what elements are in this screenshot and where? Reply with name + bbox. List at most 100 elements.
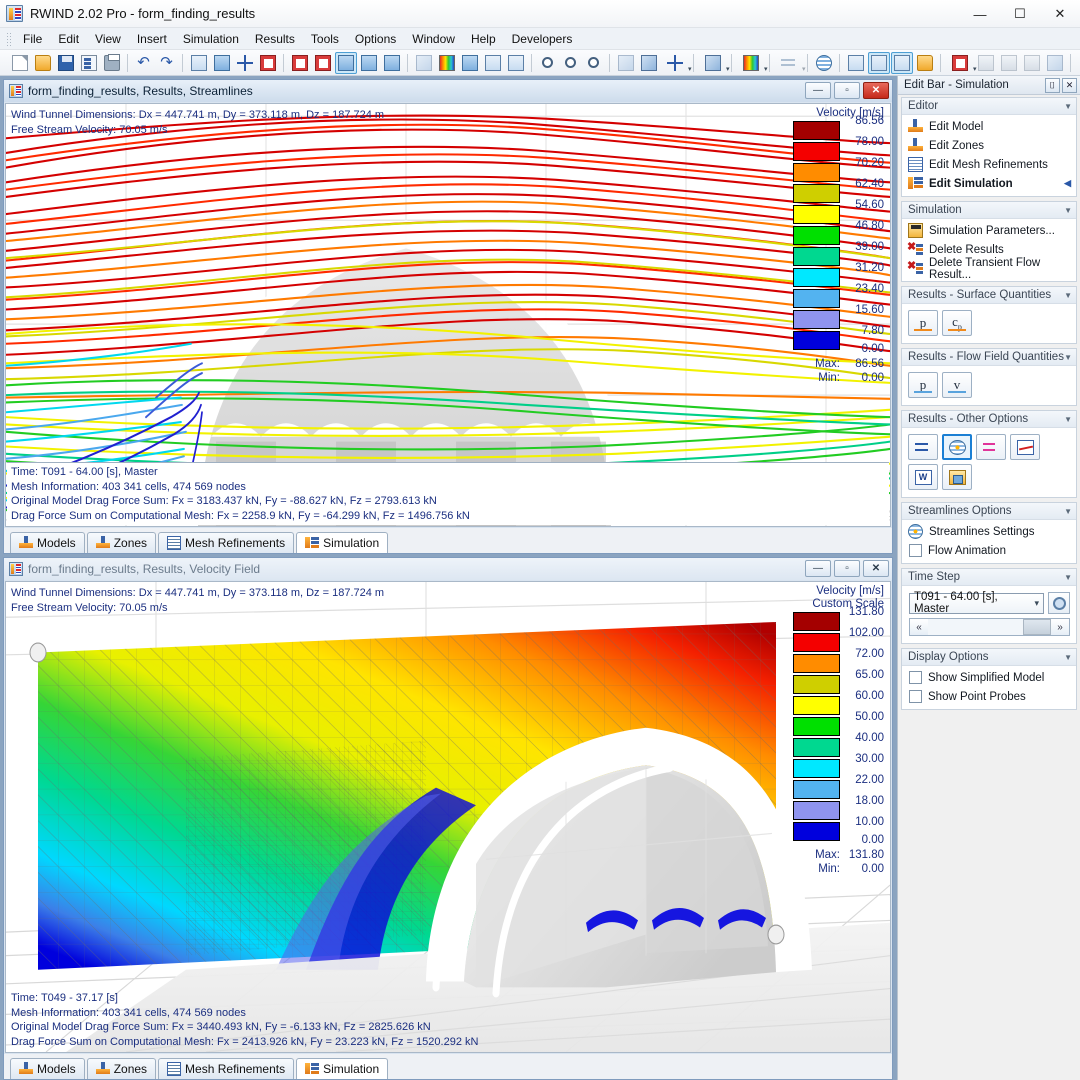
child-restore-button[interactable]: ▫ xyxy=(834,560,860,577)
reset-view-button[interactable] xyxy=(583,52,605,74)
chevron-down-icon[interactable]: ▼ xyxy=(1064,507,1072,516)
child-minimize-button[interactable]: — xyxy=(805,560,831,577)
new-file-button[interactable] xyxy=(9,52,31,74)
menu-item-simulation[interactable]: Simulation xyxy=(175,29,247,49)
close-button[interactable]: ✕ xyxy=(1040,0,1080,28)
chevron-down-icon[interactable]: ▾ xyxy=(1034,598,1039,609)
printout-report-button[interactable] xyxy=(78,52,100,74)
flow-vectors-button[interactable] xyxy=(908,434,938,460)
child-close-button[interactable]: ✕ xyxy=(863,82,889,99)
export-image-button[interactable] xyxy=(942,464,972,490)
tab-zones[interactable]: Zones xyxy=(87,532,156,553)
panel-group-header[interactable]: Streamlines Options▼ xyxy=(902,503,1076,520)
result-plane-1-button[interactable] xyxy=(845,52,867,74)
chevron-down-icon[interactable]: ▾ xyxy=(726,65,730,73)
tab-simulation[interactable]: Simulation xyxy=(296,532,388,553)
selection-box-button[interactable] xyxy=(257,52,279,74)
chevron-down-icon[interactable]: ▾ xyxy=(802,65,806,73)
export-word-button[interactable]: W xyxy=(908,464,938,490)
view-xz-button[interactable] xyxy=(358,52,380,74)
coordinate-axis-button[interactable] xyxy=(234,52,256,74)
menu-item-developers[interactable]: Developers xyxy=(504,29,581,49)
menu-item-results[interactable]: Results xyxy=(247,29,303,49)
checkbox-flow-animation[interactable]: Flow Animation xyxy=(905,541,1074,560)
panel-group-header[interactable]: Results - Flow Field Quantities▼ xyxy=(902,349,1076,366)
perspective-button[interactable] xyxy=(615,52,637,74)
scroll-right-button[interactable]: » xyxy=(1051,619,1069,635)
result-plane-2-button[interactable] xyxy=(868,52,890,74)
sidebar-item-edit-mesh-refinements[interactable]: Edit Mesh Refinements xyxy=(905,155,1074,174)
panel-group-header[interactable]: Simulation▼ xyxy=(902,202,1076,219)
redo-button[interactable]: ↷ xyxy=(156,52,178,74)
result-planes-button[interactable] xyxy=(976,434,1006,460)
wire-plate-button[interactable] xyxy=(1044,52,1066,74)
tab-simulation[interactable]: Simulation xyxy=(296,1058,388,1079)
view-xyz-button[interactable] xyxy=(335,52,357,74)
open-file-button[interactable] xyxy=(32,52,54,74)
wireframe-button[interactable] xyxy=(413,52,435,74)
time-step-scrollbar[interactable]: «» xyxy=(909,618,1070,636)
rotate-view-button[interactable] xyxy=(537,52,559,74)
result-diagram-button[interactable] xyxy=(1010,434,1040,460)
panel-group-header[interactable]: Time Step▼ xyxy=(902,569,1076,586)
zoom-window-button[interactable] xyxy=(459,52,481,74)
color-scale-button[interactable]: ▾ xyxy=(737,52,765,74)
result-plane-3-button[interactable] xyxy=(891,52,913,74)
chevron-down-icon[interactable]: ▼ xyxy=(1064,353,1072,362)
chevron-down-icon[interactable]: ▼ xyxy=(1064,206,1072,215)
tab-mesh-refinements[interactable]: Mesh Refinements xyxy=(158,1058,294,1079)
sidebar-item-simulation-parameters[interactable]: Simulation Parameters... xyxy=(905,221,1074,240)
streamlines-viewport[interactable]: 100.000 125.000 150.000 175.000 200.000 … xyxy=(5,103,891,527)
surface-plate-button[interactable] xyxy=(975,52,997,74)
chevron-down-icon[interactable]: ▼ xyxy=(1064,653,1072,662)
tab-models[interactable]: Models xyxy=(10,1058,85,1079)
chevron-down-icon[interactable]: ▼ xyxy=(1064,573,1072,582)
sidebar-item-edit-zones[interactable]: Edit Zones xyxy=(905,136,1074,155)
view-yz-button[interactable] xyxy=(381,52,403,74)
result-export-button[interactable] xyxy=(914,52,936,74)
tab-zones[interactable]: Zones xyxy=(87,1058,156,1079)
zoom-region-button[interactable] xyxy=(482,52,504,74)
object-snap-button[interactable] xyxy=(211,52,233,74)
render-shaded-button[interactable] xyxy=(436,52,458,74)
scroll-track[interactable] xyxy=(928,619,1051,635)
panel-group-header[interactable]: Results - Other Options▼ xyxy=(902,411,1076,428)
sidebar-item-edit-model[interactable]: Edit Model xyxy=(905,117,1074,136)
velocity-field-viewport[interactable]: Wind Tunnel Dimensions: Dx = 447.741 m, … xyxy=(5,581,891,1053)
isometric-button[interactable] xyxy=(638,52,660,74)
panel-group-header[interactable]: Editor▼ xyxy=(902,98,1076,115)
menu-item-help[interactable]: Help xyxy=(463,29,504,49)
point-grid-button[interactable] xyxy=(188,52,210,74)
chevron-down-icon[interactable]: ▾ xyxy=(764,65,768,73)
panel-group-header[interactable]: Display Options▼ xyxy=(902,649,1076,666)
scroll-left-button[interactable]: « xyxy=(910,619,928,635)
streamlines-button[interactable] xyxy=(813,52,835,74)
flow-pressure-button[interactable]: p xyxy=(908,372,938,398)
sidebar-item-edit-simulation[interactable]: Edit Simulation◀ xyxy=(905,174,1074,193)
child-restore-button[interactable]: ▫ xyxy=(834,82,860,99)
child-title-bar-streamlines[interactable]: form_finding_results, Results, Streamlin… xyxy=(4,80,892,102)
model-select-button[interactable] xyxy=(289,52,311,74)
menu-item-insert[interactable]: Insert xyxy=(129,29,175,49)
checkbox-icon[interactable] xyxy=(909,690,922,703)
chevron-down-icon[interactable]: ▾ xyxy=(688,65,692,73)
maximize-button[interactable]: ☐ xyxy=(1000,0,1040,28)
close-icon[interactable]: ✕ xyxy=(1062,78,1077,93)
checkbox-show-simplified-model[interactable]: Show Simplified Model xyxy=(905,668,1074,687)
surface-cp-button[interactable]: cp xyxy=(942,310,972,336)
pin-icon[interactable]: ⌷ xyxy=(1045,78,1060,93)
time-step-select[interactable]: T091 - 64.00 [s], Master▾ xyxy=(909,593,1044,614)
child-title-bar-velocity-field[interactable]: form_finding_results, Results, Velocity … xyxy=(4,558,892,580)
model-render-button[interactable]: ▾ xyxy=(946,52,974,74)
solid-plate-button[interactable] xyxy=(998,52,1020,74)
surface-pressure-button[interactable]: p xyxy=(908,310,938,336)
checkbox-icon[interactable] xyxy=(909,671,922,684)
flow-velocity-button[interactable]: v xyxy=(942,372,972,398)
menu-item-window[interactable]: Window xyxy=(404,29,463,49)
menu-item-edit[interactable]: Edit xyxy=(50,29,87,49)
save-button[interactable] xyxy=(55,52,77,74)
print-button[interactable] xyxy=(101,52,123,74)
vector-results-button[interactable]: ▾ xyxy=(775,52,803,74)
scroll-thumb[interactable] xyxy=(1023,619,1051,635)
axis-system-button[interactable]: ▾ xyxy=(661,52,689,74)
